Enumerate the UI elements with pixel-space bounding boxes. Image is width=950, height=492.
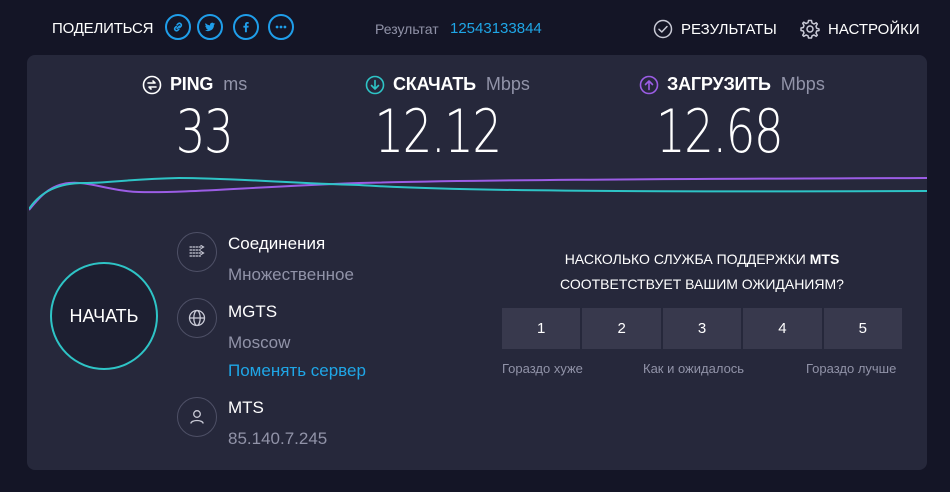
survey-question-suffix: СООТВЕТСТВУЕТ ВАШИМ ОЖИДАНИЯМ? — [560, 276, 844, 292]
twitter-icon[interactable] — [197, 14, 223, 40]
rating-option-1[interactable]: 1 — [502, 308, 581, 349]
check-circle-icon — [653, 19, 673, 39]
upload-unit: Mbps — [780, 74, 825, 94]
ping-value: 33 — [175, 97, 234, 167]
more-icon[interactable] — [268, 14, 294, 40]
result-label: Результат — [375, 21, 439, 37]
connections-value: Множественное — [228, 265, 354, 284]
share-label: ПОДЕЛИТЬСЯ — [52, 20, 154, 37]
rating-option-4[interactable]: 4 — [743, 308, 822, 349]
rating-option-5[interactable]: 5 — [823, 308, 903, 349]
rating-label-mid: Как и ожидалось — [643, 361, 745, 376]
survey-question: НАСКОЛЬКО СЛУЖБА ПОДДЕРЖКИ MTS СООТВЕТСТ… — [502, 247, 902, 297]
provider-ip: 85.140.7.245 — [228, 429, 328, 448]
provider-name: MTS — [228, 398, 264, 417]
rating-option-2[interactable]: 2 — [582, 308, 661, 349]
rating-scale: 1 2 3 4 5 — [502, 308, 903, 349]
change-server-link[interactable]: Поменять сервер — [228, 361, 366, 381]
rating-label-high: Гораздо лучше — [806, 361, 897, 376]
gear-icon — [800, 19, 820, 39]
results-nav[interactable]: РЕЗУЛЬТАТЫ — [653, 19, 777, 39]
results-panel: PING ms 33 СКАЧАТЬ Mbps 12.12 ЗАГРУЗИТЬ … — [27, 55, 927, 470]
upload-icon — [639, 75, 659, 94]
download-unit: Mbps — [485, 74, 530, 94]
start-button[interactable]: НАЧАТЬ — [50, 262, 158, 370]
upload-value: 12.68 — [655, 97, 784, 167]
upload-metric: ЗАГРУЗИТЬ Mbps 12.68 — [639, 74, 829, 167]
ping-unit: ms — [223, 74, 248, 94]
download-label: СКАЧАТЬ — [393, 74, 476, 94]
rating-label-low: Гораздо хуже — [502, 361, 583, 376]
ping-metric: PING ms 33 — [142, 74, 272, 167]
download-metric: СКАЧАТЬ Mbps 12.12 — [365, 74, 535, 167]
connections-icon — [177, 232, 217, 272]
upload-graph-line — [29, 177, 927, 211]
download-icon — [365, 75, 385, 94]
link-icon[interactable] — [165, 14, 191, 40]
ping-icon — [142, 75, 162, 94]
survey-question-prefix: НАСКОЛЬКО СЛУЖБА ПОДДЕРЖКИ — [564, 251, 806, 267]
upload-label: ЗАГРУЗИТЬ — [667, 74, 771, 94]
user-icon — [177, 397, 217, 437]
download-value: 12.12 — [374, 97, 502, 167]
speed-graph — [29, 176, 927, 211]
globe-icon — [177, 298, 217, 338]
survey-provider: MTS — [809, 251, 840, 267]
settings-label: НАСТРОЙКИ — [828, 20, 920, 38]
server-name: MGTS — [228, 302, 278, 321]
ping-label: PING — [170, 74, 214, 94]
download-graph-line — [29, 176, 927, 210]
settings-nav[interactable]: НАСТРОЙКИ — [800, 19, 920, 39]
rating-option-3[interactable]: 3 — [662, 308, 742, 349]
results-label: РЕЗУЛЬТАТЫ — [681, 20, 777, 38]
result-id-link[interactable]: 12543133844 — [450, 20, 542, 37]
top-bar: ПОДЕЛИТЬСЯ Результат 12543133844 РЕЗУЛЬТ… — [0, 0, 950, 56]
facebook-icon[interactable] — [233, 14, 259, 40]
connections-title: Соединения — [228, 234, 326, 253]
server-location: Moscow — [228, 333, 291, 352]
